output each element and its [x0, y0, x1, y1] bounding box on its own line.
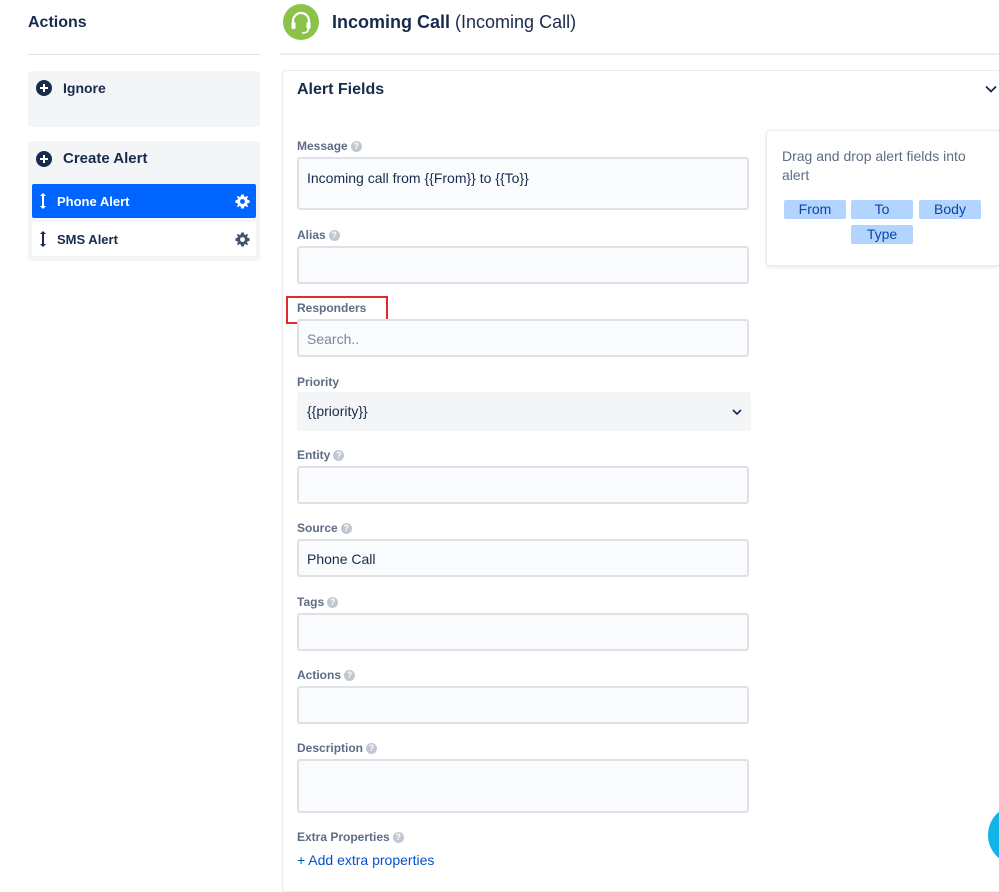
extra-properties-label-text: Extra Properties — [297, 830, 390, 844]
actions-field[interactable] — [297, 686, 749, 724]
help-icon[interactable]: ? — [333, 449, 345, 461]
message-label-text: Message — [297, 139, 348, 153]
alert-item-label: Phone Alert — [57, 193, 130, 209]
chevron-down-icon[interactable] — [984, 82, 998, 96]
field-chip-to[interactable]: To — [851, 200, 913, 219]
field-chip-type[interactable]: Type — [851, 225, 913, 244]
help-icon[interactable]: ? — [392, 831, 404, 843]
priority-label-text: Priority — [297, 375, 340, 389]
alias-label: Alias ? — [297, 228, 340, 242]
drag-handle-icon[interactable] — [36, 192, 50, 210]
page-title: Incoming Call (Incoming Call) — [332, 12, 576, 33]
responders-placeholder: Search.. — [307, 331, 360, 347]
drag-handle-icon[interactable] — [36, 230, 50, 248]
message-label: Message ? — [297, 139, 362, 153]
ignore-action-box[interactable]: Ignore — [28, 71, 260, 127]
alert-item-phone-alert[interactable]: Phone Alert — [32, 184, 256, 218]
description-label-text: Description — [297, 741, 364, 755]
entity-field[interactable] — [297, 466, 749, 504]
add-extra-properties-link[interactable]: + Add extra properties — [297, 852, 434, 868]
actions-label-text: Actions — [297, 668, 342, 682]
priority-select[interactable]: {{priority}} — [297, 392, 751, 431]
entity-label-text: Entity — [297, 448, 331, 462]
help-icon[interactable]: ? — [327, 596, 339, 608]
plus-circle-icon[interactable] — [36, 80, 52, 96]
actions-field-label: Actions ? — [297, 668, 356, 682]
help-icon[interactable]: ? — [344, 669, 356, 681]
actions-heading: Actions — [28, 14, 87, 31]
priority-label: Priority — [297, 375, 339, 389]
gear-icon[interactable] — [235, 194, 250, 209]
page-title-suffix: (Incoming Call) — [455, 12, 577, 32]
help-icon[interactable]: ? — [340, 522, 352, 534]
help-icon[interactable]: ? — [350, 140, 362, 152]
responders-search-input[interactable]: Search.. — [297, 319, 749, 357]
card-title: Alert Fields — [297, 81, 385, 98]
alias-field[interactable] — [297, 246, 749, 284]
drag-drop-panel: Drag and drop alert fields into alert Fr… — [766, 130, 999, 266]
source-value: Phone Call — [307, 551, 376, 567]
alias-label-text: Alias — [297, 228, 326, 242]
ignore-action[interactable]: Ignore — [36, 80, 106, 96]
description-field[interactable] — [297, 759, 749, 813]
tags-label-text: Tags — [297, 595, 325, 609]
extra-properties-label: Extra Properties ? — [297, 830, 404, 844]
tags-field[interactable] — [297, 613, 749, 651]
field-chip-from[interactable]: From — [784, 200, 846, 219]
create-alert-action[interactable]: Create Alert — [36, 150, 147, 167]
header-divider — [280, 53, 999, 55]
source-label: Source ? — [297, 521, 352, 535]
alert-item-label: SMS Alert — [57, 231, 118, 247]
chevron-down-icon[interactable] — [731, 406, 743, 418]
message-field[interactable]: Incoming call from {{From}} to {{To}} — [297, 157, 749, 210]
help-icon[interactable]: ? — [328, 229, 340, 241]
create-alert-box: Create Alert Phone Alert SMS Alert — [28, 141, 260, 261]
message-value: Incoming call from {{From}} to {{To}} — [307, 170, 529, 186]
page-title-main: Incoming Call — [332, 12, 451, 32]
plus-circle-icon[interactable] — [36, 150, 52, 167]
tags-label: Tags ? — [297, 595, 339, 609]
gear-icon[interactable] — [235, 232, 250, 247]
description-label: Description ? — [297, 741, 378, 755]
headset-icon — [283, 4, 319, 40]
priority-value: {{priority}} — [307, 403, 368, 419]
source-field[interactable]: Phone Call — [297, 539, 749, 577]
ignore-label: Ignore — [63, 80, 106, 96]
entity-label: Entity ? — [297, 448, 345, 462]
sidebar-divider — [28, 54, 260, 55]
create-alert-label: Create Alert — [63, 150, 148, 167]
source-label-text: Source — [297, 521, 338, 535]
help-icon[interactable]: ? — [366, 742, 378, 754]
field-chip-body[interactable]: Body — [919, 200, 981, 219]
drag-drop-instructions: Drag and drop alert fields into alert — [782, 148, 966, 183]
alert-item-sms-alert[interactable]: SMS Alert — [32, 222, 256, 256]
